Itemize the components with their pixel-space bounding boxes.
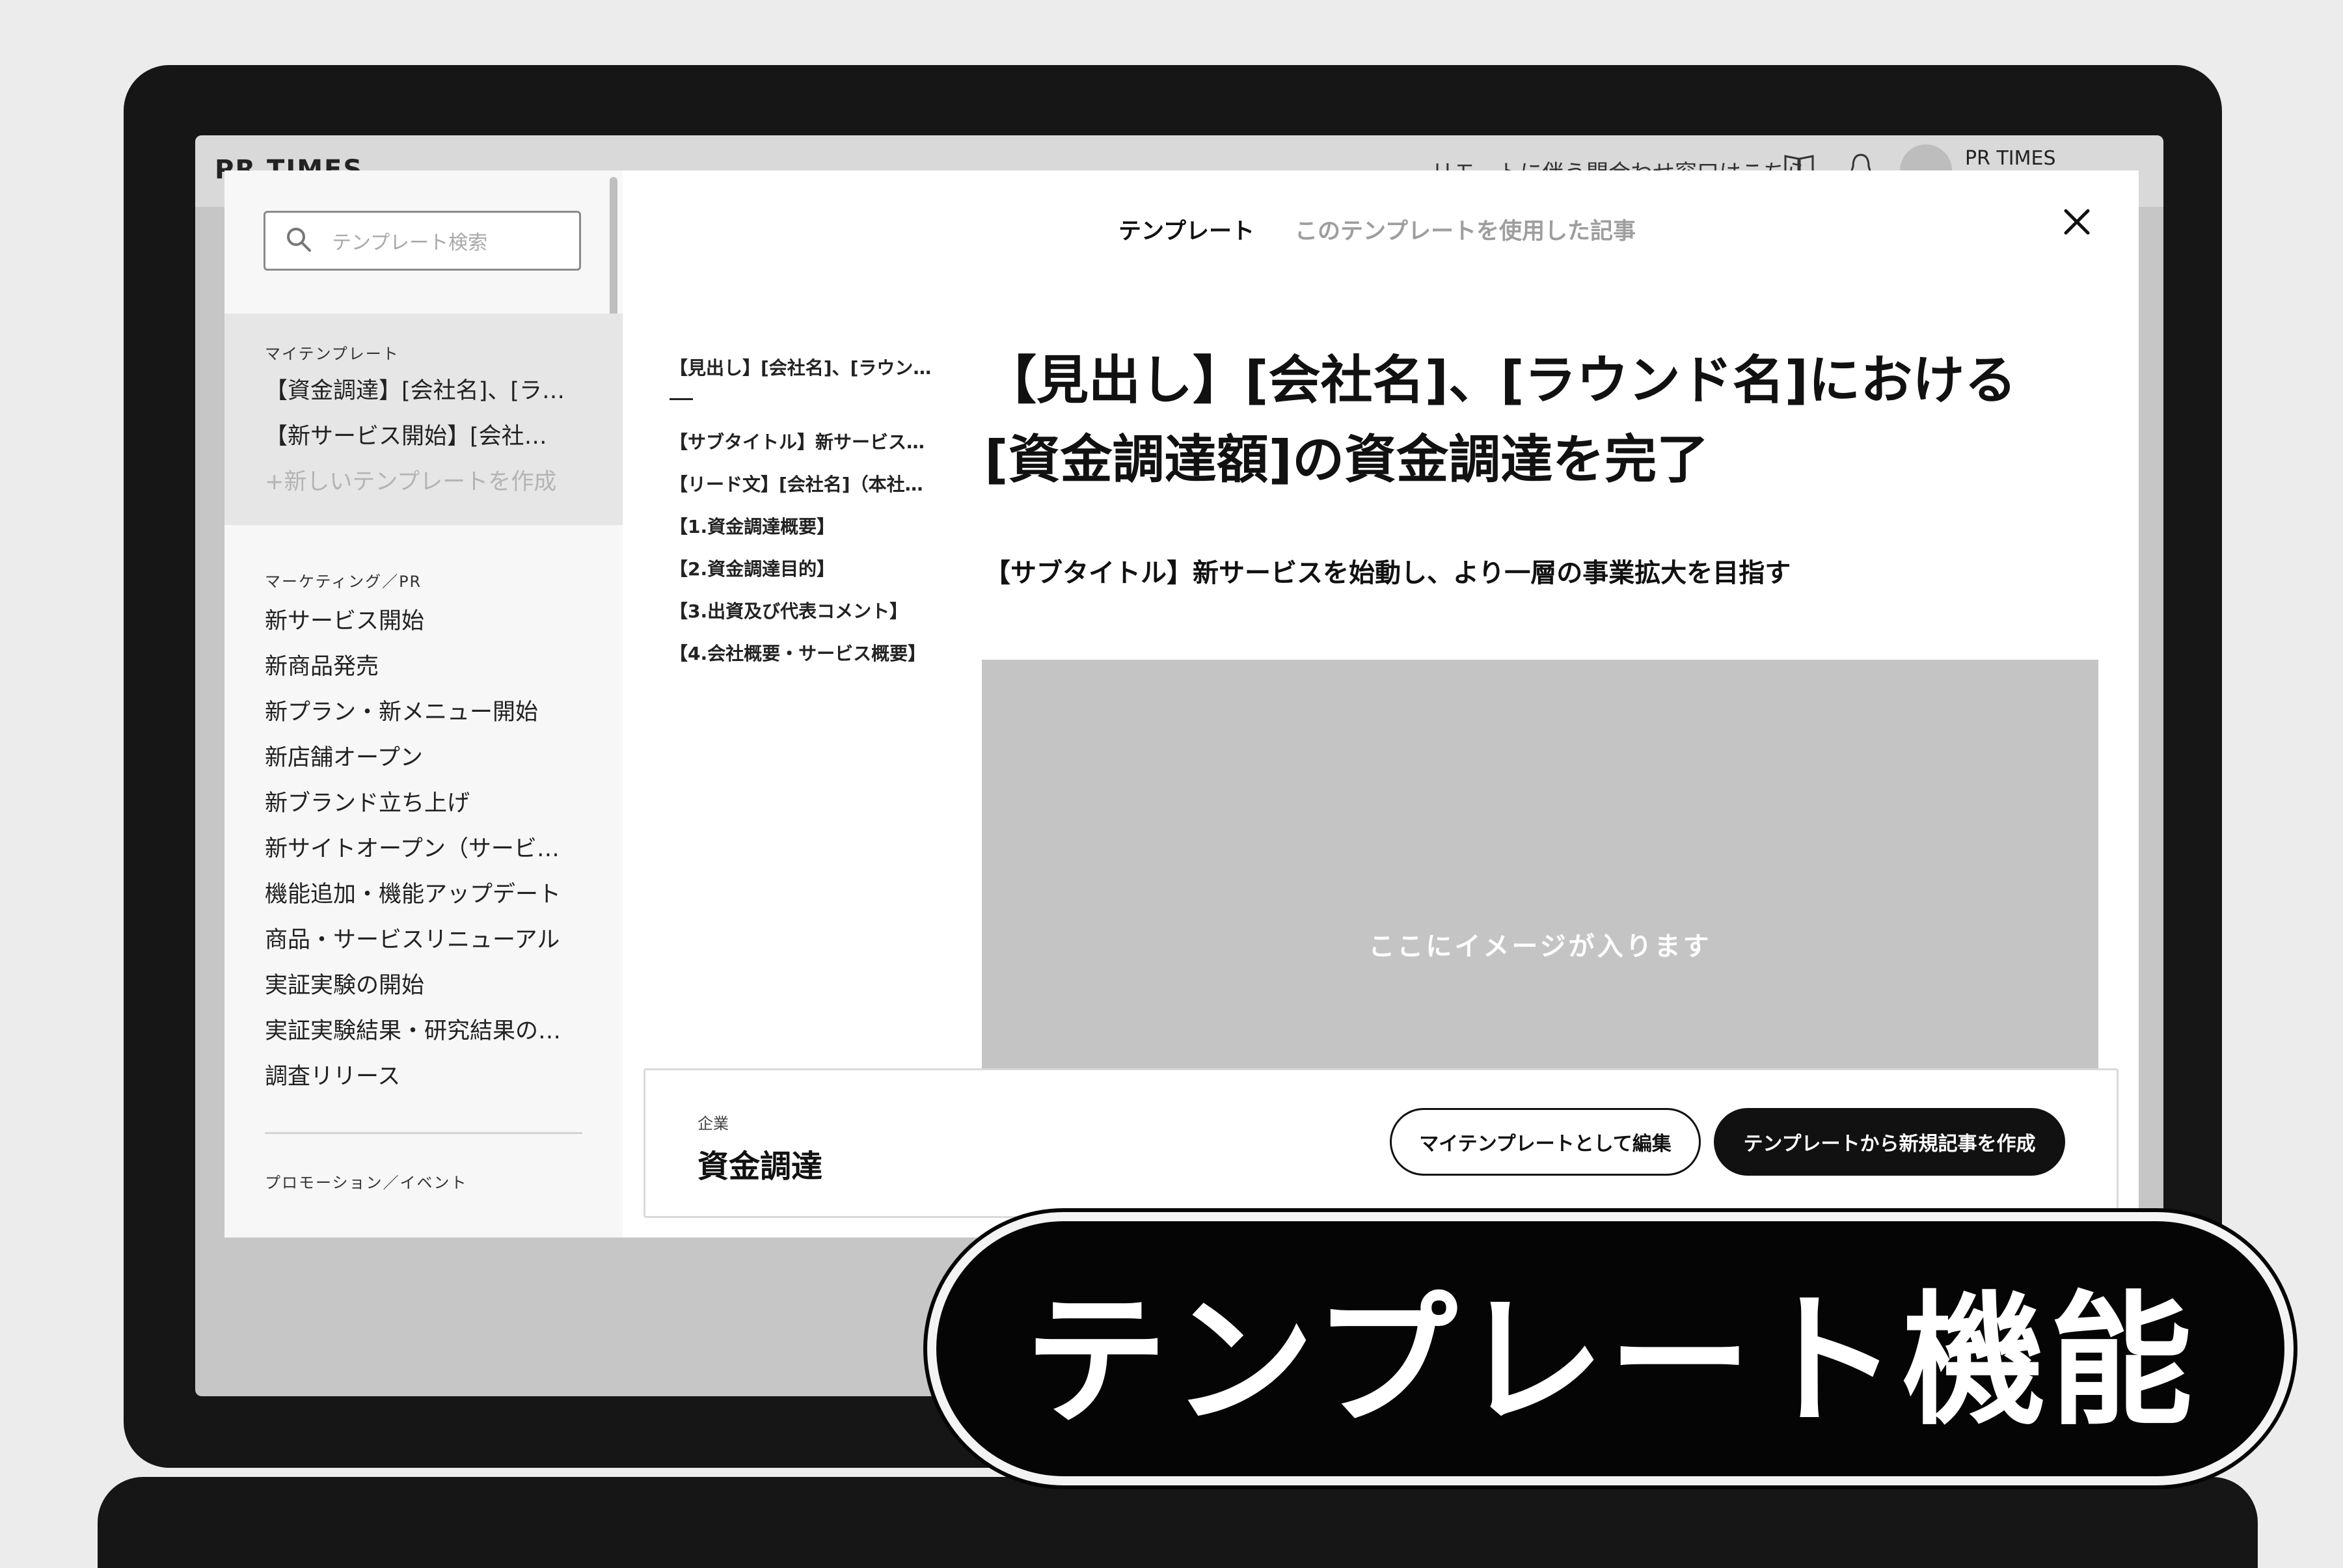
toc-item[interactable]: 【4.会社概要・サービス概要】 [670, 640, 926, 666]
template-footer: 企業 資金調達 マイテンプレートとして編集 テンプレートから新規記事を作成 [643, 1068, 2119, 1218]
toc-item[interactable]: 【見出し】[会社名]、[ラウン… [670, 354, 931, 380]
search-icon [287, 228, 311, 252]
document-subtitle: 【サブタイトル】新サービスを始動し、より一層の事業拡大を目指す [984, 558, 1791, 588]
sidebar-item-marketing[interactable]: 新サービス開始 [265, 602, 424, 636]
sidebar-item-marketing[interactable]: 実証実験の開始 [265, 967, 424, 1000]
sidebar-item-marketing[interactable]: 商品・サービスリニューアル [265, 921, 560, 954]
feature-badge-text: テンプレート機能 [1024, 1278, 2197, 1444]
sidebar-item-marketing[interactable]: 新商品発売 [265, 648, 379, 681]
toc-item[interactable]: 【1.資金調達概要】 [670, 513, 835, 539]
template-sidebar: マイテンプレート 【資金調達】[会社名]、[ラ… 【新サービス開始】[会社… +… [224, 170, 623, 1237]
toc-item[interactable]: 【サブタイトル】新サービス… [670, 428, 925, 454]
create-article-from-template-button[interactable]: テンプレートから新規記事を作成 [1714, 1108, 2065, 1176]
promotion-section-label: プロモーション／イベント [265, 1174, 468, 1192]
image-placeholder-text: ここにイメージが入ります [1368, 932, 1712, 962]
feature-badge: テンプレート機能 [927, 1212, 2294, 1485]
sidebar-item-marketing[interactable]: 機能追加・機能アップデート [265, 876, 561, 909]
category-label: 企業 [697, 1115, 729, 1133]
tab-template[interactable]: テンプレート [1118, 213, 1254, 246]
category-value: 資金調達 [697, 1148, 823, 1185]
create-template-link[interactable]: +新しいテンプレートを作成 [265, 463, 556, 496]
laptop-base [98, 1477, 2258, 1568]
sidebar-item-marketing[interactable]: 新サイトオープン（サービ… [265, 830, 560, 863]
sidebar-item-marketing[interactable]: 実証実験結果・研究結果の… [265, 1012, 561, 1046]
toc-item[interactable]: 【リード文】[会社名]（本社… [670, 470, 923, 496]
tab-used-articles[interactable]: このテンプレートを使用した記事 [1295, 213, 1636, 246]
sidebar-item-marketing[interactable]: 新プラン・新メニュー開始 [265, 694, 538, 727]
sidebar-item-marketing[interactable]: 調査リリース [265, 1058, 400, 1091]
user-name[interactable]: PR TIMES [1965, 147, 2056, 170]
my-templates-label: マイテンプレート [265, 345, 400, 363]
template-preview-modal: テンプレート このテンプレートを使用した記事 【見出し】[会社名]、[ラウン… … [623, 170, 2139, 1237]
sidebar-item-marketing[interactable]: 新ブランド立ち上げ [265, 785, 470, 818]
edit-as-my-template-button[interactable]: マイテンプレートとして編集 [1390, 1108, 1701, 1176]
toc-item[interactable]: 【3.出資及び代表コメント】 [670, 597, 908, 623]
marketing-section-label: マーケティング／PR [265, 573, 422, 591]
search-input[interactable] [331, 226, 567, 260]
my-templates-section: マイテンプレート 【資金調達】[会社名]、[ラ… 【新サービス開始】[会社… +… [224, 314, 623, 525]
toc-item[interactable]: 【2.資金調達目的】 [670, 555, 835, 581]
section-divider [265, 1132, 582, 1134]
sidebar-item-marketing[interactable]: 新店舗オープン [265, 739, 423, 772]
document-title: 【見出し】[会社名]、[ラウンド名]における[資金調達額]の資金調達を完了 [984, 350, 2017, 490]
close-icon[interactable] [2061, 206, 2093, 238]
toc-active-marker [670, 398, 693, 400]
my-template-item[interactable]: 【新サービス開始】[会社… [265, 418, 547, 451]
search-box[interactable] [264, 211, 581, 271]
my-template-item[interactable]: 【資金調達】[会社名]、[ラ… [265, 372, 565, 405]
